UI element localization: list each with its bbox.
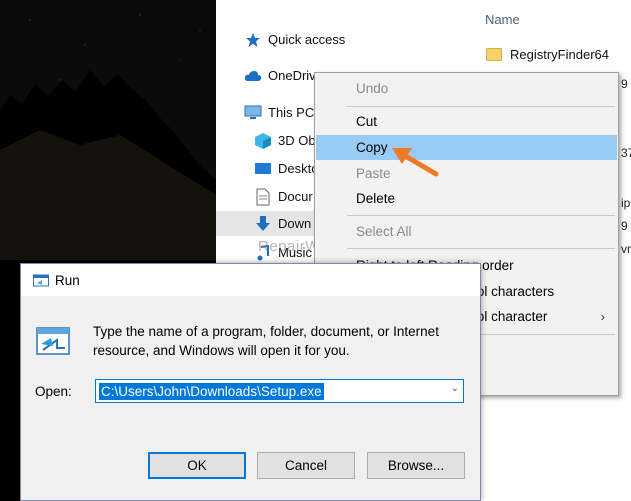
open-input[interactable]: C:\Users\John\Downloads\Setup.exe ⌄ [95,379,464,403]
nav-item-label: Down [278,216,312,231]
menu-item-undo[interactable]: Undo [316,76,617,101]
download-icon [254,215,272,233]
cancel-button[interactable]: Cancel [257,452,355,479]
run-dialog-title: Run [55,273,80,288]
menu-separator [347,215,615,216]
desktop-icon [254,160,272,178]
menu-item-delete[interactable]: Delete [316,186,617,211]
ok-button[interactable]: OK [148,452,246,479]
menu-item-select-all[interactable]: Select All [316,219,617,244]
nav-item-label: Quick access [268,32,346,47]
run-titlebar[interactable]: Run [21,264,480,296]
folder-icon [486,47,502,61]
nav-item-label: Docur [278,189,313,204]
nav-item-label: 3D Ob [278,133,316,148]
file-peek-text: vr [621,242,631,256]
file-peek-text: ip [621,196,631,210]
open-label: Open: [35,384,72,399]
run-app-icon [36,327,70,355]
cube-icon [254,132,272,150]
file-row[interactable]: RegistryFinder64 [486,43,609,65]
computer-icon [244,104,262,122]
run-description: Type the name of a program, folder, docu… [93,324,439,358]
menu-separator [347,248,615,249]
run-app-icon [33,274,49,287]
menu-item-cut[interactable]: Cut [316,109,617,134]
file-peek-text: 9 [621,219,628,233]
document-icon [254,188,272,206]
chevron-down-icon[interactable]: ⌄ [451,383,459,394]
nav-item-label: This PC [268,105,315,120]
browse-button[interactable]: Browse... [367,452,465,479]
cloud-icon [244,67,262,85]
open-input-value: C:\Users\John\Downloads\Setup.exe [99,383,324,400]
file-name: RegistryFinder64 [510,46,609,62]
file-peek-text: 9 [621,77,628,91]
menu-item-copy[interactable]: Copy [316,135,617,160]
nav-item-label: Deskto [278,161,319,176]
menu-item-paste[interactable]: Paste [316,161,617,186]
column-header-name[interactable]: Name [485,12,520,27]
annotation-arrow-icon [392,148,439,177]
nav-item-quick-access[interactable]: Quick access [216,27,476,52]
file-peek-text: 37 [621,146,631,160]
run-dialog: Run Type the name of a program, folder, … [20,263,481,501]
star-icon [244,31,262,49]
chevron-right-icon: › [600,309,605,324]
menu-separator [347,106,615,107]
